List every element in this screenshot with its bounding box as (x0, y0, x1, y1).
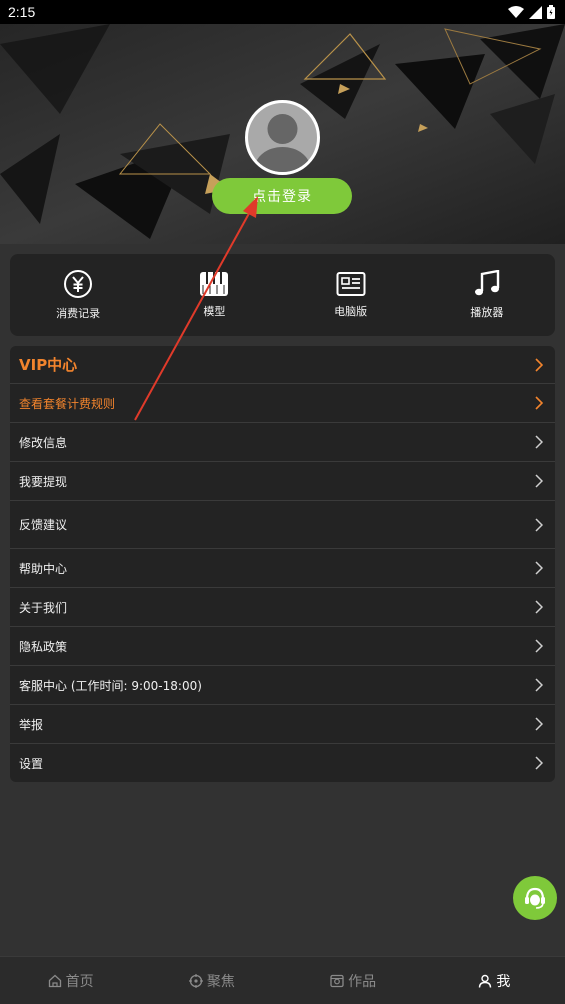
menu-item-label: 帮助中心 (19, 561, 68, 576)
home-icon (48, 974, 61, 987)
quick-item-label: 消费记录 (56, 307, 101, 320)
nav-works[interactable]: 作品 (283, 957, 424, 1004)
menu-item-withdraw[interactable]: 我要提现 (10, 462, 555, 501)
nav-focus[interactable]: 聚焦 (141, 957, 282, 1004)
menu-item-help-center[interactable]: 帮助中心 (10, 549, 555, 588)
menu-item-label: 设置 (19, 756, 44, 771)
menu-item-label: 修改信息 (19, 435, 68, 450)
menu-item-label: 隐私政策 (19, 639, 68, 654)
chevron-right-icon (535, 600, 543, 614)
nav-label: 我 (496, 973, 511, 990)
nav-label: 作品 (348, 973, 377, 990)
works-icon (330, 974, 344, 987)
chevron-right-icon (535, 639, 543, 653)
login-button[interactable]: 点击登录 (212, 178, 352, 214)
menu-item-feedback[interactable]: 反馈建议 (10, 501, 555, 549)
chevron-right-icon (535, 435, 543, 449)
chevron-right-icon (535, 678, 543, 692)
quick-item-consumption-records[interactable]: 消费记录 (10, 254, 146, 336)
wifi-icon (508, 5, 524, 18)
customer-service-icon (525, 887, 545, 909)
menu-item-label: 我要提现 (19, 474, 68, 489)
settings-menu: VIP中心 查看套餐计费规则 修改信息 我要提现 反馈建议 帮助中心 关于我们 … (10, 346, 555, 782)
chevron-right-icon (535, 561, 543, 575)
customer-service-button[interactable] (513, 876, 557, 920)
menu-item-settings[interactable]: 设置 (10, 744, 555, 782)
menu-item-label: 查看套餐计费规则 (19, 396, 116, 411)
user-icon (479, 974, 492, 988)
menu-item-vip-center[interactable]: VIP中心 (10, 346, 555, 384)
chevron-right-icon (535, 474, 543, 488)
menu-item-edit-info[interactable]: 修改信息 (10, 423, 555, 462)
chevron-right-icon (535, 517, 543, 532)
quick-item-model[interactable]: 模型 (146, 254, 282, 336)
menu-item-privacy-policy[interactable]: 隐私政策 (10, 627, 555, 666)
menu-item-label: 客服中心 (工作时间: 9:00-18:00) (19, 678, 202, 693)
status-bar: 2:15 (0, 0, 565, 24)
menu-item-label: 反馈建议 (19, 518, 68, 532)
quick-item-label: 模型 (203, 305, 226, 318)
quick-item-desktop-version[interactable]: 电脑版 (283, 254, 419, 336)
nav-home[interactable]: 首页 (0, 957, 141, 1004)
menu-item-report[interactable]: 举报 (10, 705, 555, 744)
menu-item-label: VIP中心 (19, 356, 78, 374)
piano-icon (200, 272, 229, 296)
chevron-right-icon (535, 756, 543, 770)
menu-item-pricing-rules[interactable]: 查看套餐计费规则 (10, 384, 555, 423)
battery-icon (547, 5, 555, 19)
nav-me[interactable]: 我 (424, 957, 565, 1004)
quick-actions: 消费记录 模型 电脑版 播放器 (10, 254, 555, 336)
profile-header: 点击登录 (0, 24, 565, 244)
focus-icon (188, 973, 203, 988)
menu-item-label: 举报 (19, 717, 44, 732)
nav-label: 聚焦 (206, 973, 235, 990)
chevron-right-icon (535, 357, 543, 372)
quick-item-label: 播放器 (470, 306, 504, 319)
status-time: 2:15 (8, 4, 36, 20)
nav-label: 首页 (65, 973, 94, 990)
status-icons (508, 5, 555, 19)
yen-circle-icon (64, 270, 93, 298)
avatar[interactable] (245, 100, 320, 175)
music-note-icon (474, 270, 500, 296)
chevron-right-icon (535, 717, 543, 731)
default-avatar-icon (248, 103, 317, 172)
menu-item-customer-service[interactable]: 客服中心 (工作时间: 9:00-18:00) (10, 666, 555, 705)
bottom-nav: 首页 聚焦 作品 我 (0, 956, 565, 1004)
menu-item-label: 关于我们 (19, 600, 68, 615)
quick-item-player[interactable]: 播放器 (419, 254, 555, 336)
chevron-right-icon (535, 396, 543, 410)
signal-icon (529, 5, 542, 19)
menu-item-about-us[interactable]: 关于我们 (10, 588, 555, 627)
computer-card-icon (336, 272, 366, 296)
quick-item-label: 电脑版 (334, 305, 368, 318)
